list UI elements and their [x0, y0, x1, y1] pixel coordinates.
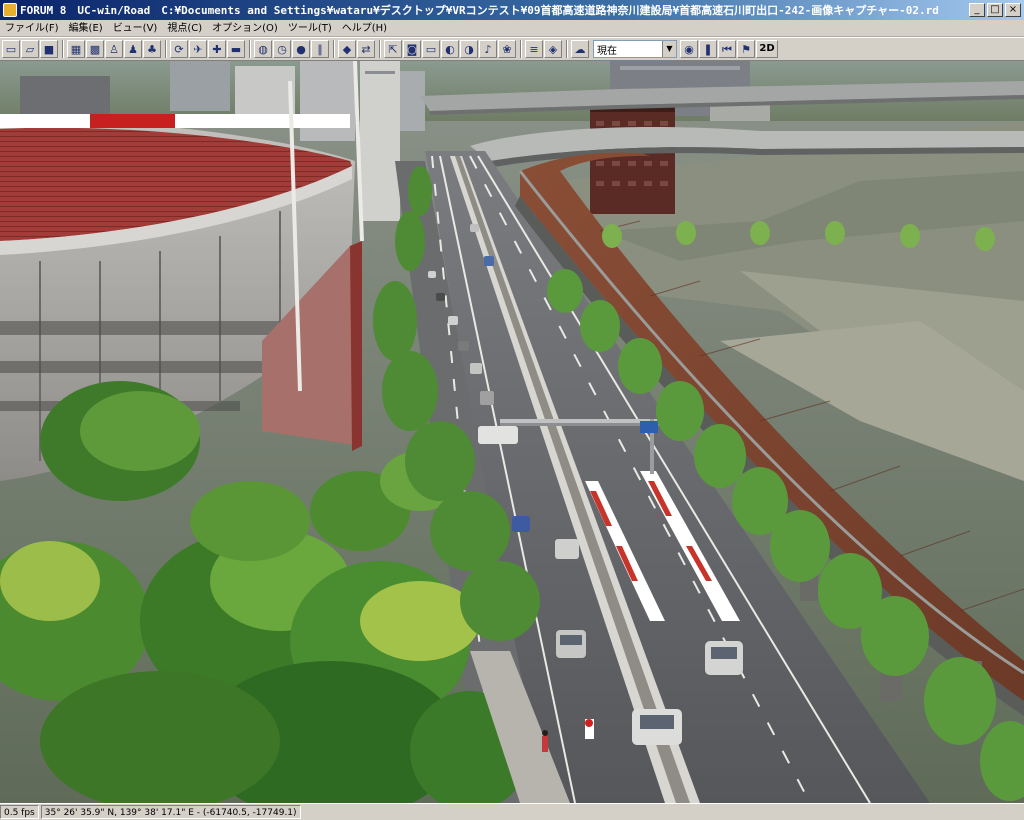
color-wheel-icon[interactable]: ◑	[460, 40, 478, 58]
graphics-icon[interactable]: ❀	[498, 40, 516, 58]
toolbar-separator	[165, 40, 167, 58]
flight-icon[interactable]: ✈	[189, 40, 207, 58]
globe-icon[interactable]: ◍	[254, 40, 272, 58]
status-bar: 0.5 fps 35° 26' 35.9" N, 139° 38' 17.1" …	[0, 803, 1024, 819]
rotate-icon[interactable]: ⟳	[170, 40, 188, 58]
rewind-icon[interactable]: ⏮	[718, 40, 736, 58]
traffic-icon[interactable]: ⇄	[357, 40, 375, 58]
palette-icon[interactable]: ◐	[441, 40, 459, 58]
pedestrian-icon[interactable]: ♟	[124, 40, 142, 58]
pause-playback-icon[interactable]: ❚	[699, 40, 717, 58]
menu-options[interactable]: オプション(O)	[207, 21, 283, 36]
scene-view-icon[interactable]: ▦	[67, 40, 85, 58]
toolbar-separator	[249, 40, 251, 58]
record-icon[interactable]: ≡	[525, 40, 543, 58]
clock-icon[interactable]: ◷	[273, 40, 291, 58]
weather-icon[interactable]: ☁	[571, 40, 589, 58]
minimize-button[interactable]: _	[969, 3, 985, 17]
toolbar-separator	[62, 40, 64, 58]
close-button[interactable]: ×	[1005, 3, 1021, 17]
menu-view[interactable]: ビュー(V)	[108, 21, 163, 36]
scene-render	[0, 61, 1024, 803]
book-icon[interactable]: ◈	[544, 40, 562, 58]
toolbar-separator	[520, 40, 522, 58]
fps-readout: 0.5 fps	[0, 804, 39, 819]
walk-icon[interactable]: ♙	[105, 40, 123, 58]
new-file-icon[interactable]: ▭	[2, 40, 20, 58]
tree-icon[interactable]: ♣	[143, 40, 161, 58]
toolbar: ▭ ▱ ■ ▦ ▩ ♙ ♟ ♣ ⟳ ✈ ✚ ▬ ◍ ◷ ● ∥ ◆ ⇄ ⇱ ◙ …	[0, 37, 1024, 61]
car-icon[interactable]: ◆	[338, 40, 356, 58]
map-view-icon[interactable]: ▩	[86, 40, 104, 58]
coordinate-readout: 35° 26' 35.9" N, 139° 38' 17.1" E - (-61…	[40, 804, 301, 819]
stop-sign-icon[interactable]: ●	[292, 40, 310, 58]
3d-viewport[interactable]	[0, 61, 1024, 803]
title-bar[interactable]: FORUM 8 UC-win/Road C:¥Documents and Set…	[0, 0, 1024, 20]
window-title: FORUM 8 UC-win/Road C:¥Documents and Set…	[20, 4, 939, 17]
toolbar-separator	[379, 40, 381, 58]
sound-icon[interactable]: ♪	[479, 40, 497, 58]
camera-icon[interactable]: ◙	[403, 40, 421, 58]
signal-icon[interactable]: ◉	[680, 40, 698, 58]
pause-icon[interactable]: ∥	[311, 40, 329, 58]
export-icon[interactable]: ⇱	[384, 40, 402, 58]
menu-edit[interactable]: 編集(E)	[64, 21, 108, 36]
mode-2d-button[interactable]: 2D	[756, 40, 778, 58]
chevron-down-icon[interactable]: ▼	[662, 41, 676, 57]
time-select-value: 現在	[597, 45, 617, 57]
flag-icon[interactable]: ⚑	[737, 40, 755, 58]
toolbar-separator	[333, 40, 335, 58]
vehicle-icon[interactable]: ▬	[227, 40, 245, 58]
screen-icon[interactable]: ▭	[422, 40, 440, 58]
menu-help[interactable]: ヘルプ(H)	[337, 21, 392, 36]
save-icon[interactable]: ■	[40, 40, 58, 58]
menu-file[interactable]: ファイル(F)	[0, 21, 64, 36]
menu-tools[interactable]: ツール(T)	[283, 21, 337, 36]
driving-icon[interactable]: ✚	[208, 40, 226, 58]
time-select[interactable]: 現在 ▼	[593, 40, 677, 58]
open-folder-icon[interactable]: ▱	[21, 40, 39, 58]
menu-bar: ファイル(F) 編集(E) ビュー(V) 視点(C) オプション(O) ツール(…	[0, 20, 1024, 37]
main-window: FORUM 8 UC-win/Road C:¥Documents and Set…	[0, 0, 1024, 819]
toolbar-separator	[566, 40, 568, 58]
maximize-button[interactable]: □	[987, 3, 1003, 17]
app-icon	[3, 3, 17, 17]
menu-viewpoint[interactable]: 視点(C)	[162, 21, 207, 36]
